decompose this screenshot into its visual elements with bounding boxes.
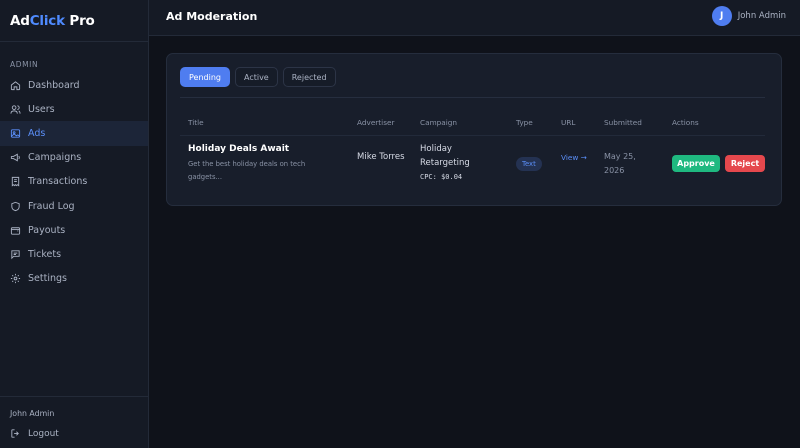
header-user-name: John Admin (737, 11, 786, 21)
brand-part-ad: Ad (10, 12, 30, 29)
sidebar-item-label: Transactions (28, 176, 88, 188)
sidebar-item-transactions[interactable]: Transactions (0, 170, 148, 194)
sidebar-item-label: Users (28, 103, 55, 115)
sidebar-item-label: Payouts (28, 224, 66, 236)
sidebar-item-ads[interactable]: Ads (0, 121, 148, 146)
message-icon (10, 249, 21, 260)
reject-button[interactable]: Reject (725, 155, 765, 172)
brand-logo[interactable]: Ad Click Pro (0, 0, 148, 42)
sidebar-nav: Dashboard Users Ads Campaigns Transactio… (0, 73, 148, 291)
wallet-icon (10, 225, 21, 236)
sidebar-item-tickets[interactable]: Tickets (0, 242, 148, 266)
logout-label: Logout (28, 428, 59, 439)
receipt-icon (10, 176, 21, 187)
column-header-actions: Actions (672, 118, 699, 127)
brand-part-pro: Pro (64, 12, 95, 29)
brand-part-click: Click (29, 12, 65, 29)
sidebar-item-label: Tickets (28, 248, 62, 260)
home-icon (10, 80, 21, 91)
header-user-menu[interactable]: J John Admin (711, 6, 786, 26)
sidebar-item-dashboard[interactable]: Dashboard (0, 73, 148, 97)
avatar: J (711, 6, 732, 26)
top-header: Ad Moderation J John Admin (149, 0, 800, 36)
column-header-campaign: Campaign (420, 118, 458, 127)
column-header-type: Type (516, 118, 533, 127)
sidebar-item-label: Campaigns (28, 152, 82, 164)
ad-advertiser: Mike Torres (357, 152, 405, 162)
column-header-url: URL (561, 118, 576, 127)
sidebar-footer: John Admin Logout (0, 396, 148, 448)
ad-cpc: CPC: $0.04 (420, 173, 463, 181)
ad-description: Get the best holiday deals on tech gadge… (188, 160, 306, 181)
sidebar-item-payouts[interactable]: Payouts (0, 218, 148, 242)
moderation-card: Pending Active Rejected Title Advertiser… (166, 53, 782, 206)
status-tabs: Pending Active Rejected (180, 67, 341, 87)
ad-campaign: Holiday Retargeting (420, 144, 470, 168)
header-row-divider (180, 135, 765, 136)
tabs-divider (180, 97, 765, 98)
tab-rejected[interactable]: Rejected (282, 67, 336, 87)
image-icon (10, 128, 21, 139)
gear-icon (10, 273, 21, 284)
column-header-submitted: Submitted (604, 118, 642, 127)
shield-icon (10, 201, 21, 212)
sidebar-section-label: ADMIN (10, 60, 39, 69)
approve-button[interactable]: Approve (672, 155, 720, 172)
sidebar-item-settings[interactable]: Settings (0, 267, 148, 291)
ad-title: Holiday Deals Await (188, 144, 290, 154)
type-badge: Text (516, 157, 542, 171)
logout-button[interactable]: Logout (10, 428, 59, 439)
ad-submitted-date: May 25, 2026 (604, 152, 636, 175)
sidebar-item-label: Ads (28, 127, 46, 139)
column-header-title: Title (188, 118, 204, 127)
users-icon (10, 104, 21, 115)
sidebar-item-label: Fraud Log (28, 200, 75, 212)
column-header-advertiser: Advertiser (357, 118, 395, 127)
page-title: Ad Moderation (166, 10, 258, 23)
tab-pending[interactable]: Pending (180, 67, 230, 87)
sidebar: Ad Click Pro ADMIN Dashboard Users Ads Ca (0, 0, 149, 448)
sidebar-item-fraud-log[interactable]: Fraud Log (0, 194, 148, 218)
sidebar-item-label: Dashboard (28, 79, 80, 91)
logout-icon (11, 429, 19, 438)
sidebar-user-name: John Admin (10, 409, 55, 418)
megaphone-icon (10, 152, 21, 163)
tab-active[interactable]: Active (234, 67, 278, 87)
view-url-link[interactable]: View → (561, 151, 589, 164)
sidebar-item-campaigns[interactable]: Campaigns (0, 146, 148, 170)
sidebar-item-label: Settings (28, 273, 67, 285)
sidebar-item-users[interactable]: Users (0, 97, 148, 121)
